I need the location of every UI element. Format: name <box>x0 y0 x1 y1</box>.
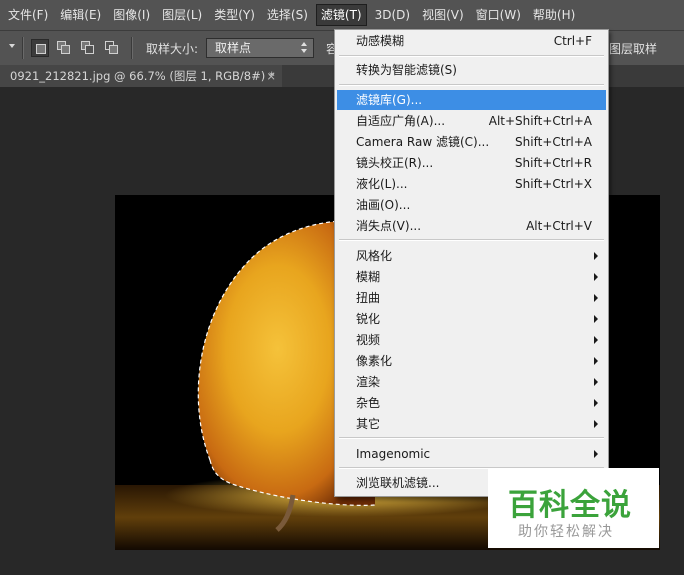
submenu-arrow-icon <box>594 450 598 458</box>
submenu-arrow-icon <box>594 420 598 428</box>
menu-item-label: 风格化 <box>356 249 393 263</box>
menu-item-label: 液化(L)... <box>356 177 408 191</box>
new-selection-button[interactable] <box>31 39 49 57</box>
menu-item-shortcut: Shift+Ctrl+R <box>514 156 592 170</box>
menu-bar: 文件(F) 编辑(E) 图像(I) 图层(L) 类型(Y) 选择(S) 滤镜(T… <box>0 0 684 30</box>
menu-item-label: 其它 <box>356 417 381 431</box>
options-separator <box>22 37 24 59</box>
submenu-arrow-icon <box>594 273 598 281</box>
menu-item-label: 浏览联机滤镜... <box>356 476 440 490</box>
menu-divider <box>339 239 604 241</box>
submenu-arrow-icon <box>594 315 598 323</box>
menu-divider <box>339 437 604 439</box>
menu-item-pixelate[interactable]: 像素化 <box>337 351 606 371</box>
menu-item-sharpen[interactable]: 锐化 <box>337 309 606 329</box>
menu-item-label: 转换为智能滤镜(S) <box>356 63 457 77</box>
watermark: 百科全说 助你轻松解决 <box>488 468 659 548</box>
menu-item-blur[interactable]: 模糊 <box>337 267 606 287</box>
menu-select[interactable]: 选择(S) <box>263 4 312 26</box>
submenu-arrow-icon <box>594 294 598 302</box>
menu-item-lens-correction[interactable]: 镜头校正(R)... Shift+Ctrl+R <box>337 153 606 173</box>
close-tab-icon[interactable]: × <box>266 65 276 87</box>
add-to-selection-button[interactable] <box>55 39 73 57</box>
menu-item-label: 像素化 <box>356 354 393 368</box>
submenu-arrow-icon <box>594 378 598 386</box>
menu-item-adaptive-wide-angle[interactable]: 自适应广角(A)... Alt+Shift+Ctrl+A <box>337 111 606 131</box>
menu-item-label: 锐化 <box>356 312 381 326</box>
menu-help[interactable]: 帮助(H) <box>529 4 579 26</box>
submenu-arrow-icon <box>594 399 598 407</box>
menu-item-label: Imagenomic <box>356 447 431 461</box>
tool-preset-caret-icon[interactable] <box>9 44 15 48</box>
menu-item-filter-gallery[interactable]: 滤镜库(G)... <box>337 90 606 110</box>
menu-item-render[interactable]: 渲染 <box>337 372 606 392</box>
menu-edit[interactable]: 编辑(E) <box>56 4 105 26</box>
options-separator <box>131 37 133 59</box>
menu-item-label: 渲染 <box>356 375 381 389</box>
menu-view[interactable]: 视图(V) <box>418 4 468 26</box>
submenu-arrow-icon <box>594 336 598 344</box>
menu-image[interactable]: 图像(I) <box>109 4 154 26</box>
select-arrows-icon <box>301 42 308 54</box>
menu-item-other[interactable]: 其它 <box>337 414 606 434</box>
menu-item-label: 扭曲 <box>356 291 381 305</box>
menu-type[interactable]: 类型(Y) <box>210 4 259 26</box>
sample-all-layers-label[interactable]: 图层取样 <box>609 40 657 57</box>
menu-item-video[interactable]: 视频 <box>337 330 606 350</box>
menu-item-label: 动感模糊 <box>356 34 405 48</box>
menu-item-label: Camera Raw 滤镜(C)... <box>356 135 490 149</box>
menu-item-shortcut: Alt+Shift+Ctrl+A <box>488 114 592 128</box>
menu-divider <box>339 55 604 57</box>
submenu-arrow-icon <box>594 357 598 365</box>
menu-filter[interactable]: 滤镜(T) <box>315 4 367 26</box>
menu-item-shortcut: Shift+Ctrl+A <box>515 135 592 149</box>
menu-item-stylize[interactable]: 风格化 <box>337 246 606 266</box>
menu-item-label: 消失点(V)... <box>356 219 422 233</box>
menu-item-label: 模糊 <box>356 270 381 284</box>
menu-item-distort[interactable]: 扭曲 <box>337 288 606 308</box>
document-tab[interactable]: 0921_212821.jpg @ 66.7% (图层 1, RGB/8#) *… <box>0 65 282 87</box>
menu-layer[interactable]: 图层(L) <box>158 4 206 26</box>
menu-3d[interactable]: 3D(D) <box>371 4 414 26</box>
menu-item-label: 滤镜库(G)... <box>356 93 423 107</box>
intersect-selection-button[interactable] <box>103 39 121 57</box>
menu-item-label: 视频 <box>356 333 381 347</box>
submenu-arrow-icon <box>594 252 598 260</box>
menu-item-label: 镜头校正(R)... <box>356 156 434 170</box>
watermark-title: 百科全说 <box>508 488 632 523</box>
menu-item-liquify[interactable]: 液化(L)... Shift+Ctrl+X <box>337 174 606 194</box>
menu-file[interactable]: 文件(F) <box>4 4 52 26</box>
watermark-subtitle: 助你轻松解决 <box>518 524 614 540</box>
subtract-from-selection-button[interactable] <box>79 39 97 57</box>
menu-item-shortcut: Ctrl+F <box>553 34 592 48</box>
sample-size-value: 取样点 <box>215 41 252 55</box>
menu-item-shortcut: Alt+Ctrl+V <box>526 219 592 233</box>
menu-item-label: 油画(O)... <box>356 198 411 212</box>
document-tab-title: 0921_212821.jpg @ 66.7% (图层 1, RGB/8#) * <box>10 69 275 83</box>
menu-item-camera-raw[interactable]: Camera Raw 滤镜(C)... Shift+Ctrl+A <box>337 132 606 152</box>
menu-item-last-filter[interactable]: 动感模糊 Ctrl+F <box>337 31 606 51</box>
filter-menu: 动感模糊 Ctrl+F 转换为智能滤镜(S) 滤镜库(G)... 自适应广角(A… <box>334 29 609 497</box>
menu-window[interactable]: 窗口(W) <box>472 4 525 26</box>
menu-item-convert-smart-filters[interactable]: 转换为智能滤镜(S) <box>337 60 606 80</box>
menu-item-vanishing-point[interactable]: 消失点(V)... Alt+Ctrl+V <box>337 216 606 236</box>
menu-item-shortcut: Shift+Ctrl+X <box>515 177 592 191</box>
menu-item-imagenomic[interactable]: Imagenomic <box>337 444 606 464</box>
menu-item-label: 自适应广角(A)... <box>356 114 446 128</box>
sample-size-select[interactable]: 取样点 <box>206 38 314 58</box>
new-selection-icon <box>36 44 46 54</box>
sample-size-label: 取样大小: <box>146 42 199 56</box>
menu-item-oil-paint[interactable]: 油画(O)... <box>337 195 606 215</box>
menu-item-noise[interactable]: 杂色 <box>337 393 606 413</box>
menu-item-label: 杂色 <box>356 396 381 410</box>
menu-divider <box>339 84 604 86</box>
